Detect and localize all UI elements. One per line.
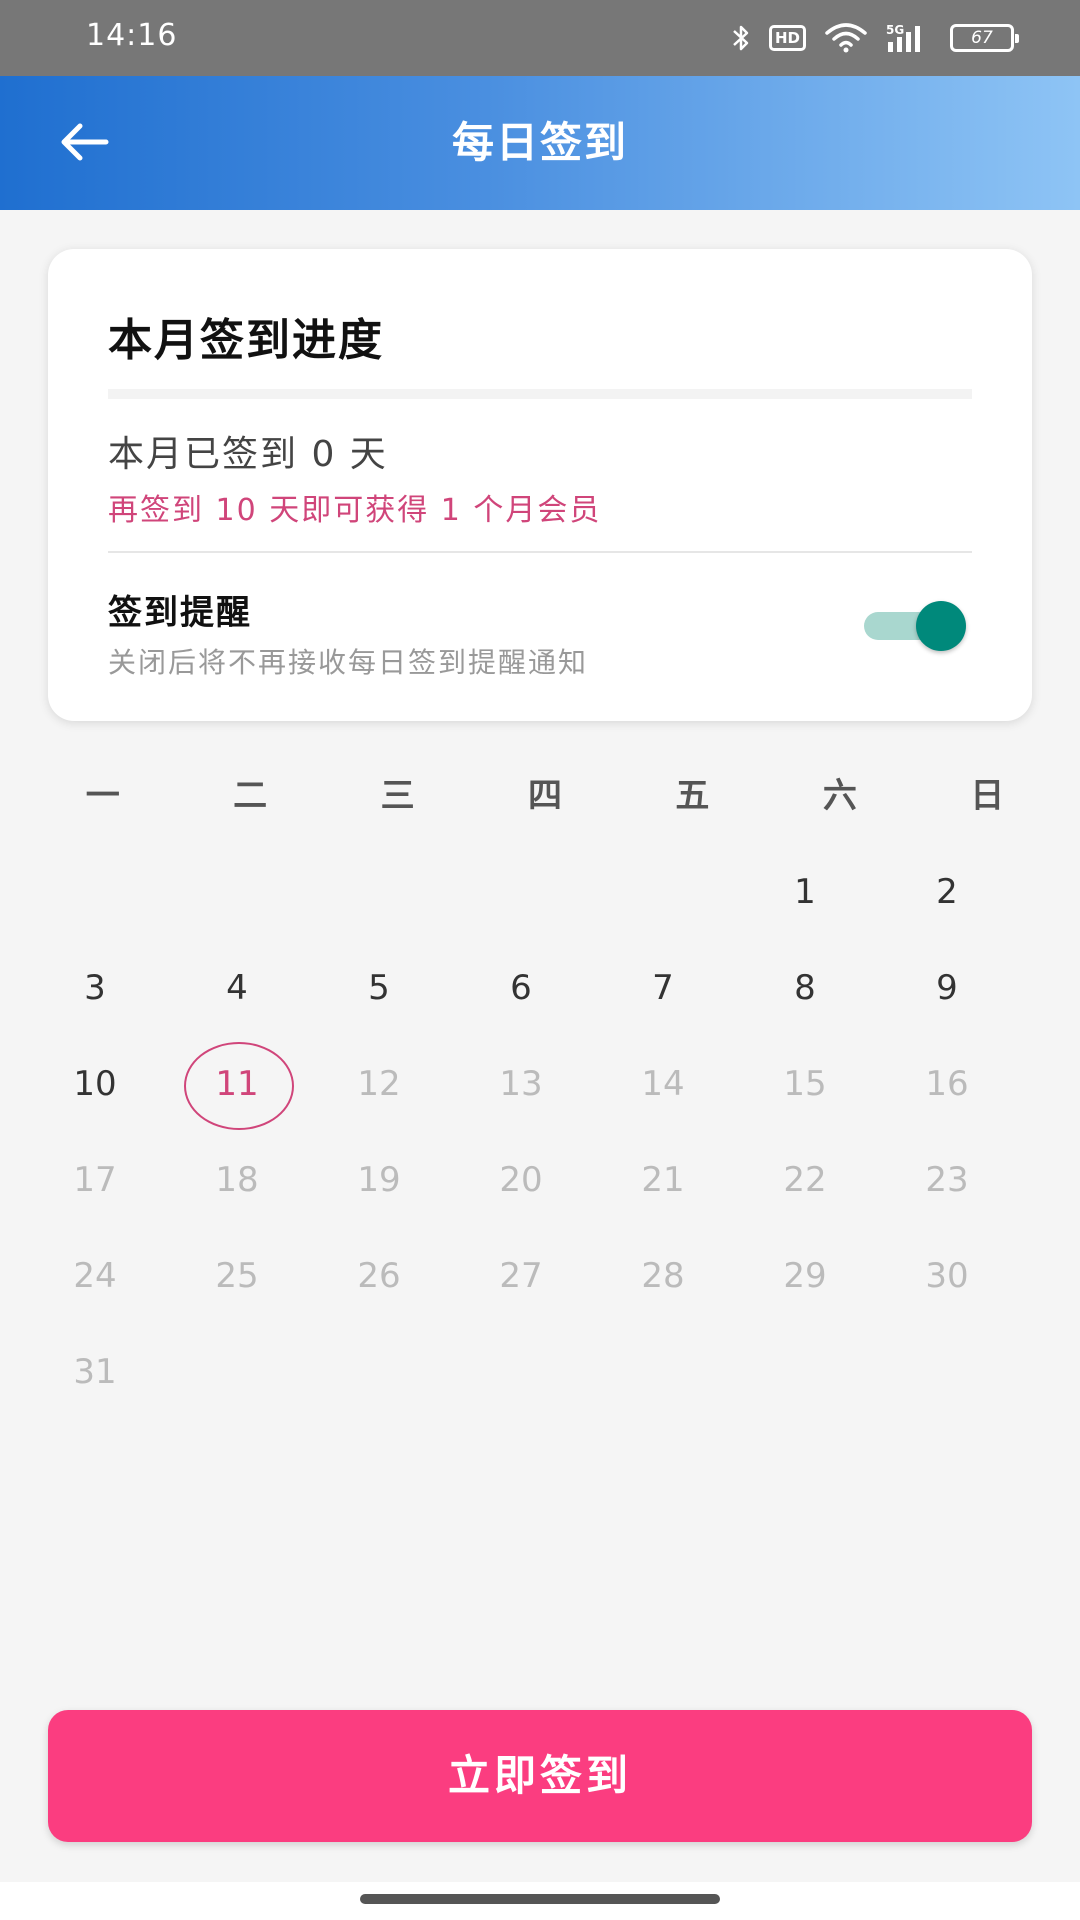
- calendar-day[interactable]: 17: [24, 1132, 166, 1228]
- calendar-day[interactable]: 12: [308, 1036, 450, 1132]
- back-button[interactable]: [52, 112, 116, 176]
- svg-text:5G: 5G: [886, 23, 904, 37]
- calendar-day[interactable]: 6: [450, 940, 592, 1036]
- home-indicator[interactable]: [360, 1894, 720, 1904]
- calendar-day[interactable]: 19: [308, 1132, 450, 1228]
- reward-hint-text: 再签到 10 天即可获得 1 个月会员: [108, 493, 602, 528]
- calendar-day[interactable]: 2: [876, 844, 1018, 940]
- wifi-icon: [824, 23, 868, 53]
- status-time: 14:16: [86, 18, 178, 53]
- calendar-day[interactable]: 26: [308, 1228, 450, 1324]
- weekday-label: 二: [233, 776, 268, 816]
- calendar-day[interactable]: 30: [876, 1228, 1018, 1324]
- sign-in-button[interactable]: 立即签到: [48, 1710, 1032, 1842]
- weekday-label: 六: [822, 776, 857, 816]
- reminder-toggle[interactable]: [864, 601, 968, 651]
- calendar-blank-cell: [450, 844, 592, 940]
- calendar-day[interactable]: 15: [734, 1036, 876, 1132]
- weekday-label: 四: [527, 776, 562, 816]
- hd-icon: HD: [768, 25, 806, 51]
- progress-card: 本月签到进度 本月已签到 0 天 再签到 10 天即可获得 1 个月会员 签到提…: [48, 249, 1032, 721]
- weekday-label: 一: [85, 776, 120, 816]
- calendar-day[interactable]: 14: [592, 1036, 734, 1132]
- divider: [108, 551, 972, 553]
- weekday-label: 三: [380, 776, 415, 816]
- calendar-blank-cell: [592, 844, 734, 940]
- calendar-day[interactable]: 1: [734, 844, 876, 940]
- calendar-day[interactable]: 18: [166, 1132, 308, 1228]
- app-header: 每日签到: [0, 76, 1080, 210]
- calendar-day[interactable]: 8: [734, 940, 876, 1036]
- calendar-grid: 1 2 3 4 5 6 7 8 9 10 11 12 13 14 15 16 17 18 19 20 21 22 23 24 2…: [24, 844, 1056, 1420]
- weekday-header-row: 一 二 三 四 五 六 日: [24, 768, 1056, 824]
- calendar-day[interactable]: 20: [450, 1132, 592, 1228]
- battery-icon: 67: [950, 24, 1019, 52]
- calendar-blank-cell: [308, 844, 450, 940]
- calendar-day[interactable]: 3: [24, 940, 166, 1036]
- calendar-blank-cell: [166, 844, 308, 940]
- calendar-day-today[interactable]: 11: [166, 1036, 308, 1132]
- calendar-day[interactable]: 31: [24, 1324, 166, 1420]
- calendar-day[interactable]: 25: [166, 1228, 308, 1324]
- toggle-thumb: [916, 601, 966, 651]
- calendar-day[interactable]: 5: [308, 940, 450, 1036]
- status-bar: 14:16 HD 5G 67: [0, 0, 1080, 76]
- calendar-day[interactable]: 28: [592, 1228, 734, 1324]
- calendar-day[interactable]: 16: [876, 1036, 1018, 1132]
- calendar-blank-cell: [24, 844, 166, 940]
- calendar-day[interactable]: 10: [24, 1036, 166, 1132]
- divider: [108, 389, 972, 399]
- weekday-label: 日: [970, 776, 1005, 816]
- signed-count-text: 本月已签到 0 天: [108, 434, 388, 475]
- navigation-bar: [0, 1882, 1080, 1920]
- card-title: 本月签到进度: [108, 315, 384, 366]
- calendar-day[interactable]: 23: [876, 1132, 1018, 1228]
- reminder-title: 签到提醒: [108, 593, 252, 633]
- weekday-label: 五: [675, 776, 710, 816]
- calendar-day[interactable]: 13: [450, 1036, 592, 1132]
- reminder-description: 关闭后将不再接收每日签到提醒通知: [108, 646, 589, 679]
- status-icons: HD 5G 67: [731, 20, 1019, 56]
- page-title: 每日签到: [451, 118, 628, 167]
- calendar-day[interactable]: 9: [876, 940, 1018, 1036]
- calendar-day[interactable]: 4: [166, 940, 308, 1036]
- calendar-day[interactable]: 24: [24, 1228, 166, 1324]
- calendar-day[interactable]: 29: [734, 1228, 876, 1324]
- 5g-signal-icon: 5G: [886, 22, 932, 54]
- calendar-day[interactable]: 22: [734, 1132, 876, 1228]
- calendar-day[interactable]: 21: [592, 1132, 734, 1228]
- bluetooth-icon: [731, 23, 751, 53]
- calendar-day[interactable]: 7: [592, 940, 734, 1036]
- calendar-day[interactable]: 27: [450, 1228, 592, 1324]
- arrow-left-icon: [58, 122, 110, 166]
